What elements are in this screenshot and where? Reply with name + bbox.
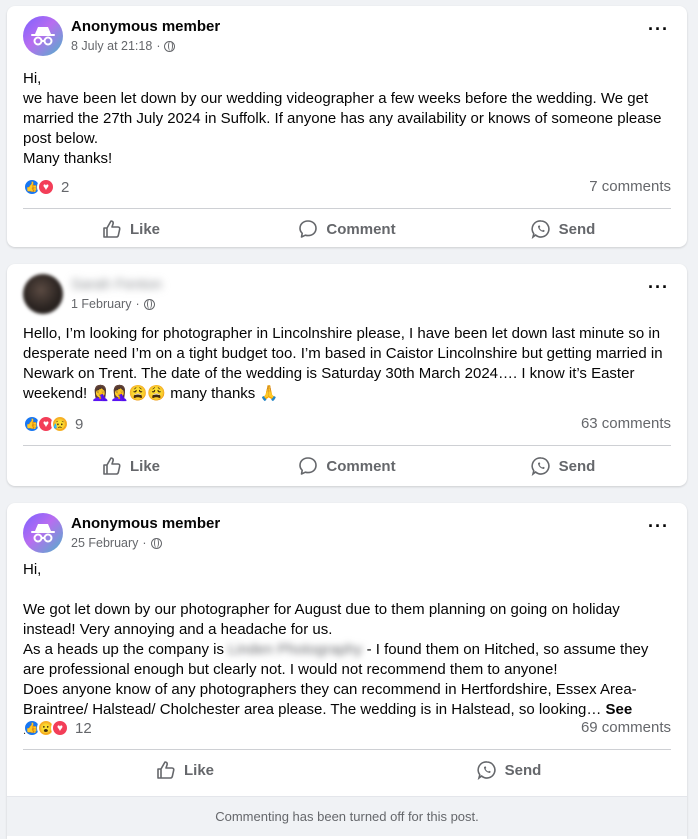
like-button[interactable]: Like [23,211,239,247]
like-button[interactable]: Like [23,448,239,484]
post-timestamp[interactable]: 25 February [71,536,138,550]
post-meta: 8 July at 21:18 · [71,39,176,53]
send-button[interactable]: Send [455,211,671,247]
thumbs-up-icon [157,761,175,779]
post-header: Anonymous member 25 February · ··· [7,503,687,563]
post-body: Hi, we have been let down by our wedding… [23,70,662,167]
reaction-count: 9 [75,415,84,433]
globe-icon [164,40,176,52]
post-stats: 👍 ♥ 2 7 comments [23,167,671,209]
post-body: Hello, I’m looking for photographer in L… [23,325,667,402]
love-reaction-icon: ♥ [51,719,69,737]
comment-count[interactable]: 7 comments [589,178,671,195]
reaction-count: 12 [75,719,92,737]
post-card: Sarah Fenton 1 February · ··· Hello, I’m… [7,264,687,486]
comment-button[interactable]: Comment [239,448,455,484]
post-timestamp[interactable]: 8 July at 21:18 [71,39,152,53]
comment-count[interactable]: 69 comments [581,719,671,736]
post-meta: 25 February · [71,536,162,550]
like-label: Like [129,457,160,475]
reaction-count: 2 [61,178,70,196]
more-options-icon[interactable]: ··· [648,517,669,535]
anonymous-member-icon [31,524,55,543]
comment-bubble-icon [299,457,318,475]
more-options-icon[interactable]: ··· [648,278,669,296]
whatsapp-send-icon [531,457,550,476]
send-label: Send [558,457,596,475]
commenting-disabled-notice: Commenting has been turned off for this … [7,796,687,836]
post-header: Anonymous member 8 July at 21:18 · ··· [7,6,687,66]
comment-label: Comment [326,220,396,238]
company-name: Linden Photography [228,641,363,658]
avatar[interactable] [23,513,63,553]
send-label: Send [558,220,596,238]
globe-icon [150,537,162,549]
feed: Anonymous member 8 July at 21:18 · ··· H… [0,0,698,839]
send-label: Send [504,761,542,779]
like-label: Like [183,761,214,779]
send-button[interactable]: Send [455,448,671,484]
post-stats: 👍 ♥ 😥 9 63 comments [23,404,671,446]
action-bar: Like Send [23,750,671,790]
whatsapp-send-icon [531,220,550,239]
post-header: Sarah Fenton 1 February · ··· [7,264,687,324]
anonymous-member-icon [31,27,55,46]
author-name[interactable]: Anonymous member [71,515,220,532]
comment-bubble-icon [299,220,318,238]
avatar[interactable] [23,16,63,56]
post-meta: 1 February · [71,297,155,311]
send-button[interactable]: Send [347,752,671,788]
sad-reaction-icon: 😥 [51,415,69,433]
post-stats: 👍 😮 ♥ 12 69 comments [23,708,671,750]
like-label: Like [129,220,160,238]
like-button[interactable]: Like [23,752,347,788]
comment-count[interactable]: 63 comments [581,415,671,432]
avatar[interactable] [23,274,63,314]
post-body: Hi, We got let down by our photographer … [7,560,687,738]
author-name[interactable]: Sarah Fenton [71,276,162,293]
thumbs-up-icon [103,457,121,475]
comment-label: Comment [326,457,396,475]
whatsapp-send-icon [477,761,496,780]
thumbs-up-icon [103,220,121,238]
reaction-summary[interactable]: 👍 ♥ 😥 9 [23,415,83,433]
action-bar: Like Comment Send [23,209,671,247]
post-card: Anonymous member 25 February · ··· Hi, W… [7,503,687,839]
action-bar: Like Comment Send [23,446,671,486]
reaction-summary[interactable]: 👍 ♥ 2 [23,178,69,196]
globe-icon [143,298,155,310]
comment-button[interactable]: Comment [239,211,455,247]
post-card: Anonymous member 8 July at 21:18 · ··· H… [7,6,687,247]
author-name[interactable]: Anonymous member [71,18,220,35]
more-options-icon[interactable]: ··· [648,20,669,38]
love-reaction-icon: ♥ [37,178,55,196]
post-timestamp[interactable]: 1 February [71,297,131,311]
reaction-summary[interactable]: 👍 😮 ♥ 12 [23,719,92,737]
